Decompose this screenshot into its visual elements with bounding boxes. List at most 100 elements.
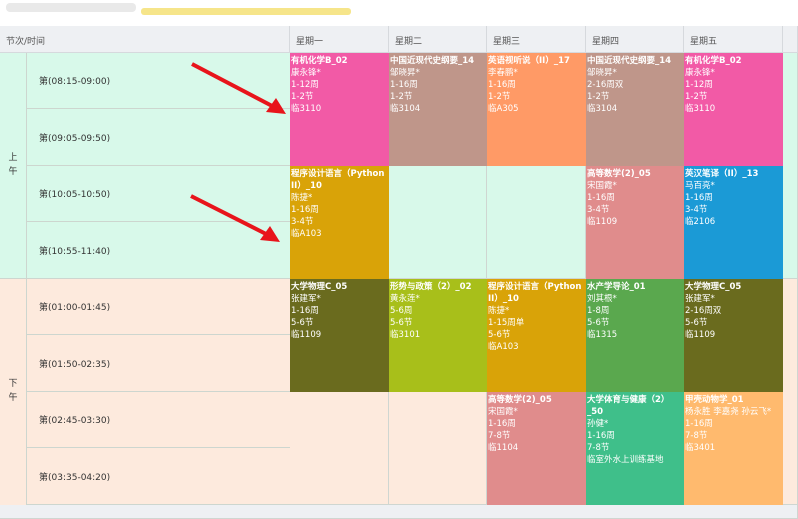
period-am-label: 上午	[8, 153, 18, 177]
course-weeks: 5-6周	[390, 306, 413, 316]
course-room: 临1109	[291, 330, 322, 340]
course-section: 5-6节	[685, 318, 708, 328]
course-block[interactable]: 有机化学B_02 康永锋* 1-12周 1-2节 临3110	[290, 53, 389, 166]
course-section: 5-6节	[587, 318, 610, 328]
course-section: 1-2节	[291, 92, 314, 102]
course-room: 临3104	[390, 104, 421, 114]
course-block[interactable]: 高等数学(2)_05 宋国霞* 1-16周 3-4节 临1109	[586, 166, 684, 279]
slot-2: 第(09:05-09:50)	[27, 109, 290, 166]
course-block[interactable]: 水产学导论_01 刘其根* 1-8周 5-6节 临1315	[586, 279, 684, 392]
course-name: 高等数学(2)_05	[587, 169, 651, 179]
course-weeks: 1-16周	[488, 80, 516, 90]
course-teacher: 康永锋*	[291, 68, 321, 78]
course-weeks: 1-8周	[587, 306, 610, 316]
course-weeks: 1-16周	[685, 193, 713, 203]
course-name: 英语视听说（II）_17	[488, 56, 570, 66]
course-room: 临1315	[587, 330, 618, 340]
course-block[interactable]: 英汉笔译（II）_13 马百亮* 1-16周 3-4节 临2106	[684, 166, 783, 279]
course-name: 大学物理C_05	[685, 282, 742, 292]
course-teacher: 孙健*	[587, 419, 609, 429]
course-teacher: 陈捷*	[488, 306, 510, 316]
course-teacher: 康永锋*	[685, 68, 715, 78]
empty-cell[interactable]	[290, 392, 389, 505]
course-section: 7-8节	[488, 431, 511, 441]
course-weeks: 1-16周	[291, 306, 319, 316]
course-block[interactable]: 程序设计语言（Python II）_10 陈捷* 1-16周 3-4节 临A10…	[290, 166, 389, 279]
highlight-bar	[141, 8, 351, 15]
course-section: 3-4节	[291, 217, 314, 227]
course-name: 有机化学B_02	[685, 56, 742, 66]
timetable: 节次/时间 星期一 星期二 星期三 星期四 星期五 上午 下午 第(08:15-…	[0, 26, 798, 519]
slot-4: 第(10:55-11:40)	[27, 222, 290, 279]
course-weeks: 1-16周	[587, 193, 615, 203]
course-name: 高等数学(2)_05	[488, 395, 552, 405]
course-block[interactable]: 中国近现代史纲要_14 邹晓昇* 2-16周双 1-2节 临3104	[586, 53, 684, 166]
course-block[interactable]: 大学体育与健康（2）_50 孙健* 1-16周 7-8节 临室外水上训练基地	[586, 392, 684, 505]
course-section: 1-2节	[685, 92, 708, 102]
course-teacher: 张建军*	[685, 294, 715, 304]
course-room: 临1109	[587, 217, 618, 227]
course-room: 临室外水上训练基地	[587, 455, 664, 465]
course-block[interactable]: 形势与政策（2）_02 黄永莲* 5-6周 5-6节 临3101	[389, 279, 487, 392]
course-weeks: 2-16周双	[685, 306, 722, 316]
course-weeks: 2-16周双	[587, 80, 624, 90]
course-block[interactable]: 中国近现代史纲要_14 邹晓昇* 1-16周 1-2节 临3104	[389, 53, 487, 166]
course-block[interactable]: 高等数学(2)_05 宋国霞* 1-16周 7-8节 临1104	[487, 392, 586, 505]
course-name: 水产学导论_01	[587, 282, 646, 292]
empty-cell	[783, 279, 798, 505]
slot-1: 第(08:15-09:00)	[27, 53, 290, 109]
course-section: 1-2节	[390, 92, 413, 102]
course-teacher: 刘其根*	[587, 294, 617, 304]
course-block[interactable]: 英语视听说（II）_17 李春鹏* 1-16周 1-2节 临A305	[487, 53, 586, 166]
slot-6: 第(01:50-02:35)	[27, 335, 290, 392]
course-room: 临3401	[685, 443, 716, 453]
course-name: 形势与政策（2）_02	[390, 282, 472, 292]
course-weeks: 1-15周单	[488, 318, 525, 328]
course-section: 5-6节	[390, 318, 413, 328]
course-name: 有机化学B_02	[291, 56, 348, 66]
header-monday: 星期一	[290, 26, 389, 53]
header-friday: 星期五	[684, 26, 783, 53]
course-name: 中国近现代史纲要_14	[390, 56, 475, 66]
course-teacher: 黄永莲*	[390, 294, 420, 304]
period-pm: 下午	[0, 279, 27, 519]
course-weeks: 1-16周	[587, 431, 615, 441]
course-weeks: 1-16周	[488, 419, 516, 429]
course-teacher: 邹晓昇*	[390, 68, 420, 78]
slot-3: 第(10:05-10:50)	[27, 166, 290, 222]
course-weeks: 1-12周	[685, 80, 713, 90]
course-section: 3-4节	[587, 205, 610, 215]
empty-cell	[783, 53, 798, 279]
course-teacher: 杨永胜 李嘉尧 孙云飞*	[685, 407, 772, 417]
period-am: 上午	[0, 53, 27, 279]
header-corner: 节次/时间	[0, 26, 290, 53]
course-section: 1-2节	[587, 92, 610, 102]
course-weeks: 1-16周	[390, 80, 418, 90]
empty-cell[interactable]	[487, 166, 586, 279]
course-weeks: 1-16周	[291, 205, 319, 215]
course-room: 临1109	[685, 330, 716, 340]
course-block[interactable]: 有机化学B_02 康永锋* 1-12周 1-2节 临3110	[684, 53, 783, 166]
course-teacher: 马百亮*	[685, 181, 715, 191]
course-block[interactable]: 程序设计语言（Python II）_10 陈捷* 1-15周单 5-6节 临A1…	[487, 279, 586, 392]
footer-row	[0, 505, 798, 519]
course-block[interactable]: 甲壳动物学_01 杨永胜 李嘉尧 孙云飞* 1-16周 7-8节 临3401	[684, 392, 783, 505]
top-toolbar	[0, 0, 798, 26]
course-room: 临3104	[587, 104, 618, 114]
course-room: 临A103	[488, 342, 519, 352]
course-room: 临3110	[291, 104, 322, 114]
empty-cell[interactable]	[389, 392, 487, 505]
header-tuesday: 星期二	[389, 26, 487, 53]
course-block[interactable]: 大学物理C_05 张建军* 2-16周双 5-6节 临1109	[684, 279, 783, 392]
slot-5: 第(01:00-01:45)	[27, 279, 290, 335]
course-teacher: 邹晓昇*	[587, 68, 617, 78]
period-pm-label: 下午	[8, 379, 18, 403]
empty-cell[interactable]	[389, 166, 487, 279]
course-room: 临A305	[488, 104, 519, 114]
course-weeks: 1-12周	[291, 80, 319, 90]
course-block[interactable]: 大学物理C_05 张建军* 1-16周 5-6节 临1109	[290, 279, 389, 392]
slot-7: 第(02:45-03:30)	[27, 392, 290, 448]
course-name: 英汉笔译（II）_13	[685, 169, 759, 179]
course-name: 甲壳动物学_01	[685, 395, 744, 405]
blurred-title	[6, 3, 136, 12]
